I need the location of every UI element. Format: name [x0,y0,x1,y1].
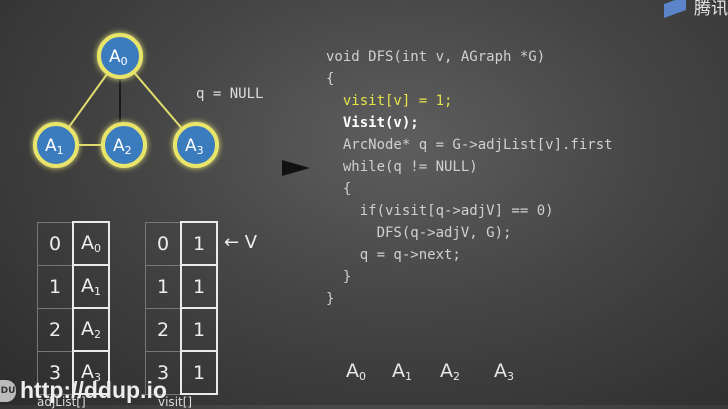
array-cell: 1 [180,221,218,266]
seq-base: A [392,360,405,382]
code-line: } [326,291,335,307]
array-row: 2 1 [145,307,218,352]
code-line-bold: Visit(v); [342,115,419,131]
code-line-highlighted: visit[v] = 1; [342,93,453,109]
array-index: 2 [37,307,74,352]
array-row: 0 A0 [37,221,110,266]
code-line: while(q != NULL) [342,159,478,175]
watermark: DU http://ddup.io [0,376,167,405]
cell-sub: 2 [94,328,101,341]
seq-base: A [494,360,507,382]
adjlist-array: 0 A0 1 A1 2 A2 3 A3 [37,221,110,395]
graph-node: A3 [173,122,219,168]
array-row: 2 A2 [37,307,110,352]
array-cell: 1 [180,350,218,395]
code-line: DFS(q->adjV, G); [376,225,512,241]
node-base: A [45,136,57,156]
array-index: 1 [145,264,182,309]
seq-sub: 3 [507,370,514,383]
visit-pointer-label: ← V [224,232,258,253]
visit-sequence-item: A1 [392,360,412,383]
watermark-logo-icon: DU [0,379,16,402]
cell-sub: 0 [94,242,101,255]
code-line: } [342,269,352,285]
array-index: 1 [37,264,74,309]
visit-sequence-item: A2 [440,360,460,383]
array-cell: A2 [72,307,110,352]
array-cell: A1 [72,264,110,309]
current-line-arrow-icon [282,160,310,176]
array-cell: 1 [180,264,218,309]
code-line: q = q->next; [359,247,461,263]
code-line: ArcNode* q = G->adjList[v].first [342,137,613,153]
graph-node: A2 [101,122,147,168]
code-line: if(visit[q->adjV] == 0) [359,203,554,219]
seq-sub: 2 [453,370,460,383]
array-row: 0 1 [145,221,218,266]
code-line: { [326,71,335,87]
cell-sub: 1 [94,285,101,298]
node-base: A [185,136,197,156]
node-sub: 2 [125,144,132,157]
visit-array: 0 1 1 1 2 1 3 1 [145,221,218,395]
array-cell: A0 [72,221,110,266]
array-row: 1 1 [145,264,218,309]
seq-base: A [346,360,359,382]
node-base: A [109,47,121,67]
graph-node: A0 [97,33,143,79]
node-sub: 0 [121,55,128,68]
array-row: 1 A1 [37,264,110,309]
code-line: void DFS(int v, AGraph *G) [326,49,546,65]
watermark-url: http://ddup.io [20,377,167,403]
visit-sequence-item: A0 [346,360,366,383]
seq-sub: 0 [359,370,366,383]
array-index: 0 [37,221,74,266]
node-sub: 3 [197,144,204,157]
array-cell: 1 [180,307,218,352]
dfs-code-block: void DFS(int v, AGraph *G) { visit[v] = … [326,46,613,310]
seq-sub: 1 [405,370,412,383]
visit-sequence-item: A3 [494,360,514,383]
node-base: A [113,136,125,156]
q-null-note: q = NULL [196,86,264,102]
cell-base: A [81,232,94,254]
array-index: 2 [145,307,182,352]
array-index: 0 [145,221,182,266]
cell-base: A [81,275,94,297]
code-line: { [342,181,352,197]
cell-base: A [81,318,94,340]
seq-base: A [440,360,453,382]
graph-node: A1 [33,122,79,168]
node-sub: 1 [57,144,64,157]
